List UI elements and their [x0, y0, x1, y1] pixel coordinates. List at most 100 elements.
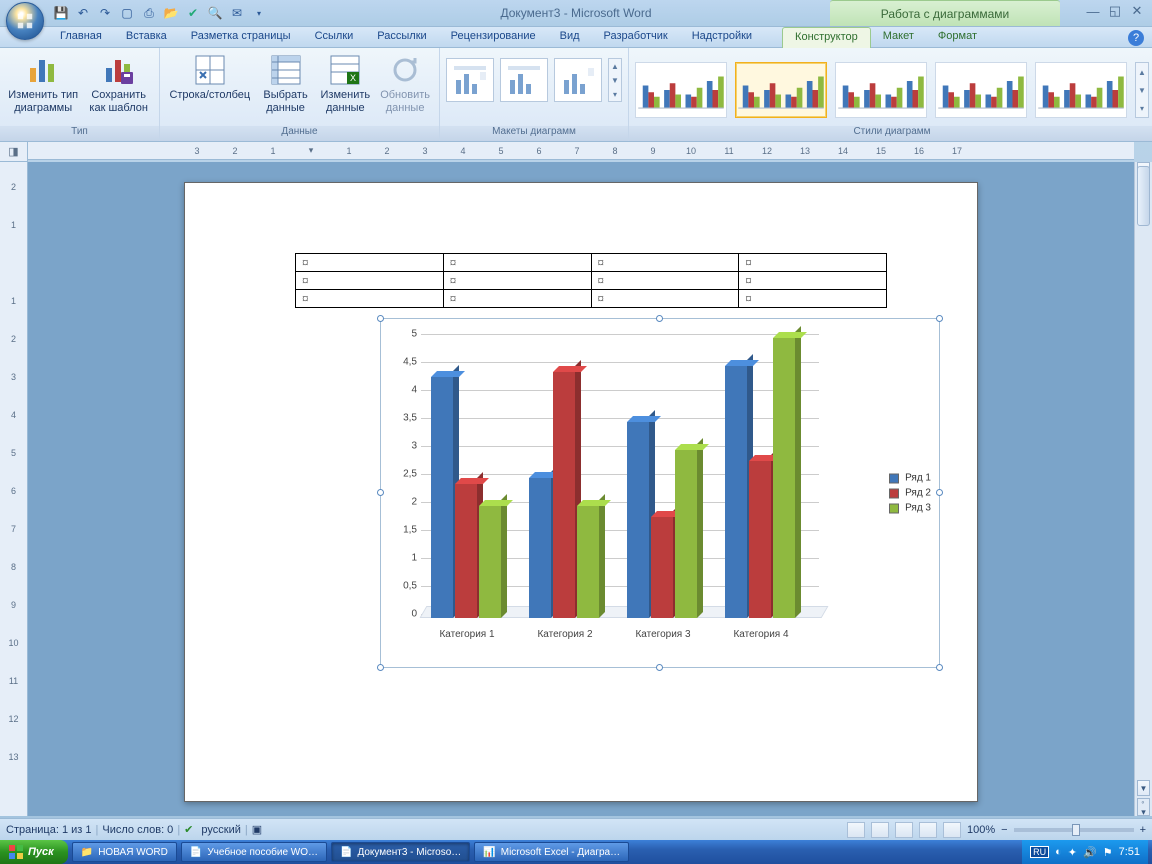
chart-layout-thumb-1[interactable]	[446, 58, 494, 102]
tab-insert[interactable]: Вставка	[114, 27, 179, 47]
chart-styles-more-button[interactable]: ▲▼▾	[1135, 62, 1149, 118]
vertical-scrollbar[interactable]: ▲ ▼ ◦▾	[1134, 162, 1152, 816]
table-cell[interactable]: ¤	[739, 254, 887, 272]
status-page[interactable]: Страница: 1 из 1	[6, 824, 92, 836]
tab-format[interactable]: Формат	[926, 27, 989, 47]
legend-item[interactable]: Ряд 1	[889, 473, 931, 484]
status-proof-icon[interactable]: ✔	[184, 823, 193, 836]
view-fullscreen-button[interactable]	[871, 822, 889, 838]
scroll-down-icon[interactable]: ▼	[1137, 780, 1150, 796]
chart-style-thumb-1[interactable]	[635, 62, 727, 118]
bar[interactable]	[529, 478, 551, 618]
chart-layout-thumb-3[interactable]	[554, 58, 602, 102]
table-cell[interactable]: ¤	[296, 272, 444, 290]
tray-icon-4[interactable]: ⚑	[1103, 846, 1113, 859]
scroll-thumb[interactable]	[1137, 166, 1150, 226]
tab-layout[interactable]: Макет	[871, 27, 926, 47]
tray-icon-3[interactable]: 🔊	[1083, 846, 1097, 859]
tray-clock[interactable]: 7:51	[1119, 846, 1140, 858]
bar[interactable]	[455, 484, 477, 618]
tray-icon-1[interactable]: ◐	[1055, 846, 1062, 858]
ruler-corner[interactable]: ◨	[0, 142, 28, 162]
bar[interactable]	[725, 366, 747, 618]
table-cell[interactable]: ¤	[296, 290, 444, 308]
qat-mail-icon[interactable]: ✉	[228, 4, 246, 22]
change-chart-type-button[interactable]: Изменить тип диаграммы	[6, 52, 80, 114]
zoom-slider[interactable]	[1014, 828, 1134, 832]
qat-undo-icon[interactable]: ↶	[74, 4, 92, 22]
table-cell[interactable]: ¤	[739, 290, 887, 308]
status-words[interactable]: Число слов: 0	[102, 824, 173, 836]
office-button[interactable]	[6, 2, 44, 40]
bar[interactable]	[431, 377, 453, 618]
view-weblayout-button[interactable]	[895, 822, 913, 838]
ruler-horizontal[interactable]: 321 ▾ 1234 5678 9101112 13141516 17	[28, 142, 1134, 160]
chart-layout-thumb-2[interactable]	[500, 58, 548, 102]
zoom-in-button[interactable]: +	[1140, 824, 1146, 836]
table-cell[interactable]: ¤	[443, 254, 591, 272]
table-cell[interactable]: ¤	[591, 254, 739, 272]
qat-dropdown-icon[interactable]: ▾	[250, 4, 268, 22]
chart-plot-area[interactable]: 00,511,522,533,544,55Категория 1Категори…	[421, 334, 819, 618]
bar[interactable]	[479, 506, 501, 618]
view-printlayout-button[interactable]	[847, 822, 865, 838]
qat-save-icon[interactable]: 💾	[52, 4, 70, 22]
switch-row-column-button[interactable]: Строка/столбец	[166, 52, 254, 102]
bar[interactable]	[553, 372, 575, 618]
tab-design[interactable]: Конструктор	[782, 27, 871, 48]
bar[interactable]	[773, 338, 795, 618]
tab-mailings[interactable]: Рассылки	[365, 27, 438, 47]
refresh-data-button[interactable]: Обновить данные	[377, 52, 433, 114]
tab-pagelayout[interactable]: Разметка страницы	[179, 27, 303, 47]
chart-style-thumb-4[interactable]	[935, 62, 1027, 118]
tray-lang[interactable]: RU	[1030, 846, 1049, 858]
table-cell[interactable]: ¤	[443, 290, 591, 308]
bar[interactable]	[577, 506, 599, 618]
edit-data-button[interactable]: X Изменить данные	[317, 52, 373, 114]
tab-view[interactable]: Вид	[548, 27, 592, 47]
legend-item[interactable]: Ряд 3	[889, 503, 931, 514]
bar[interactable]	[651, 517, 673, 618]
view-outline-button[interactable]	[919, 822, 937, 838]
table-cell[interactable]: ¤	[296, 254, 444, 272]
system-tray[interactable]: RU ◐ ✦ 🔊 ⚑ 7:51	[1022, 840, 1148, 864]
chart-style-thumb-3[interactable]	[835, 62, 927, 118]
zoom-value[interactable]: 100%	[967, 824, 995, 836]
qat-spelling-icon[interactable]: ✔	[184, 4, 202, 22]
start-button[interactable]: Пуск	[0, 840, 68, 864]
chart-style-thumb-2[interactable]	[735, 62, 827, 118]
tab-review[interactable]: Рецензирование	[439, 27, 548, 47]
chart-object[interactable]: 00,511,522,533,544,55Категория 1Категори…	[380, 318, 940, 668]
qat-print-icon[interactable]: ⎙	[140, 4, 158, 22]
status-macro-icon[interactable]: ▣	[252, 823, 262, 836]
tab-addins[interactable]: Надстройки	[680, 27, 764, 47]
legend-item[interactable]: Ряд 2	[889, 488, 931, 499]
qat-preview-icon[interactable]: 🔍	[206, 4, 224, 22]
bar[interactable]	[627, 422, 649, 618]
taskbar-item[interactable]: 📄Документ3 - Microso…	[331, 842, 470, 862]
qat-open-icon[interactable]: 📂	[162, 4, 180, 22]
table-cell[interactable]: ¤	[591, 272, 739, 290]
tab-references[interactable]: Ссылки	[303, 27, 366, 47]
chart-style-thumb-5[interactable]	[1035, 62, 1127, 118]
bar[interactable]	[749, 461, 771, 618]
chart-legend[interactable]: Ряд 1 Ряд 2 Ряд 3	[889, 469, 931, 518]
tab-developer[interactable]: Разработчик	[592, 27, 680, 47]
tab-home[interactable]: Главная	[48, 27, 114, 47]
chart-layouts-more-button[interactable]: ▲▼▾	[608, 58, 622, 102]
page-nav-buttons[interactable]: ◦▾	[1137, 798, 1150, 816]
table-cell[interactable]: ¤	[739, 272, 887, 290]
bar[interactable]	[675, 450, 697, 618]
tray-icon-2[interactable]: ✦	[1068, 846, 1077, 859]
minimize-button[interactable]: —	[1084, 3, 1102, 19]
qat-new-icon[interactable]: ▢	[118, 4, 136, 22]
qat-redo-icon[interactable]: ↷	[96, 4, 114, 22]
ruler-vertical[interactable]: 2112345678910111213	[0, 162, 28, 816]
close-button[interactable]: ✕	[1128, 3, 1146, 19]
table-cell[interactable]: ¤	[443, 272, 591, 290]
doc-table[interactable]: ¤¤¤¤¤¤¤¤¤¤¤¤	[295, 253, 887, 308]
restore-button[interactable]: ◱	[1106, 3, 1124, 19]
taskbar-item[interactable]: 📊Microsoft Excel - Диагра…	[474, 842, 629, 862]
help-icon[interactable]: ?	[1128, 30, 1144, 46]
status-language[interactable]: русский	[201, 824, 240, 836]
